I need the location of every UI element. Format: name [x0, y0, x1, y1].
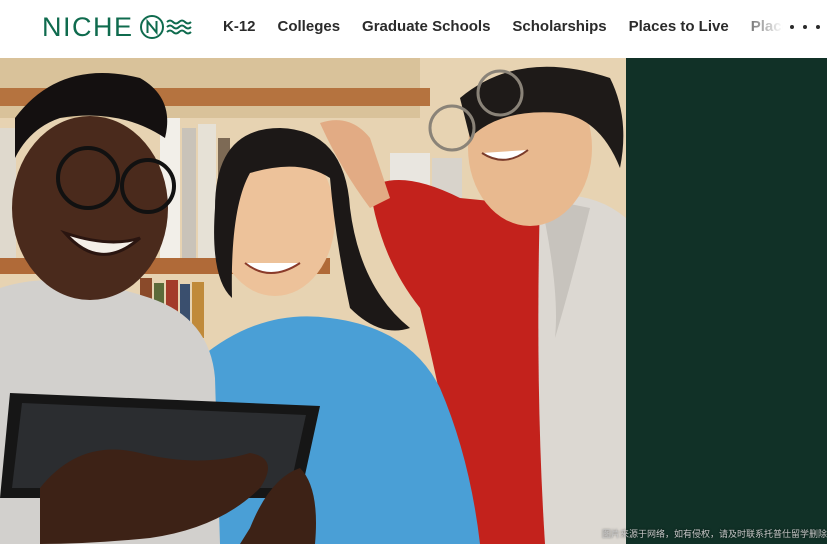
niche-logo-icon	[139, 15, 192, 39]
more-menu-button[interactable]	[790, 17, 820, 37]
nav-item-places-to-work[interactable]: Places to Work	[740, 18, 792, 35]
niche-logo[interactable]: NICHE	[42, 12, 196, 42]
nav-item-scholarships[interactable]: Scholarships	[501, 18, 617, 35]
nav-item-colleges[interactable]: Colleges	[267, 18, 352, 35]
hero-section: 图片来源于网络，如有侵权，请及时联系托普仕留学删除	[0, 58, 827, 544]
hero-photo	[0, 58, 626, 544]
hero-green-panel	[626, 58, 827, 544]
nav-item-graduate-schools[interactable]: Graduate Schools	[351, 18, 501, 35]
watermark-text: 图片来源于网络，如有侵权，请及时联系托普仕留学删除	[601, 530, 827, 540]
logo-wordmark: NICHE	[42, 12, 134, 42]
hero-photo-illustration	[0, 58, 626, 544]
nav-item-k12[interactable]: K-12	[212, 18, 267, 35]
site-header: NICHE K-12 Colleges Graduate Schools Sch…	[0, 0, 827, 58]
nav-item-places-to-live[interactable]: Places to Live	[618, 18, 740, 35]
ellipsis-icon	[790, 25, 794, 29]
main-nav: K-12 Colleges Graduate Schools Scholarsh…	[212, 0, 792, 52]
